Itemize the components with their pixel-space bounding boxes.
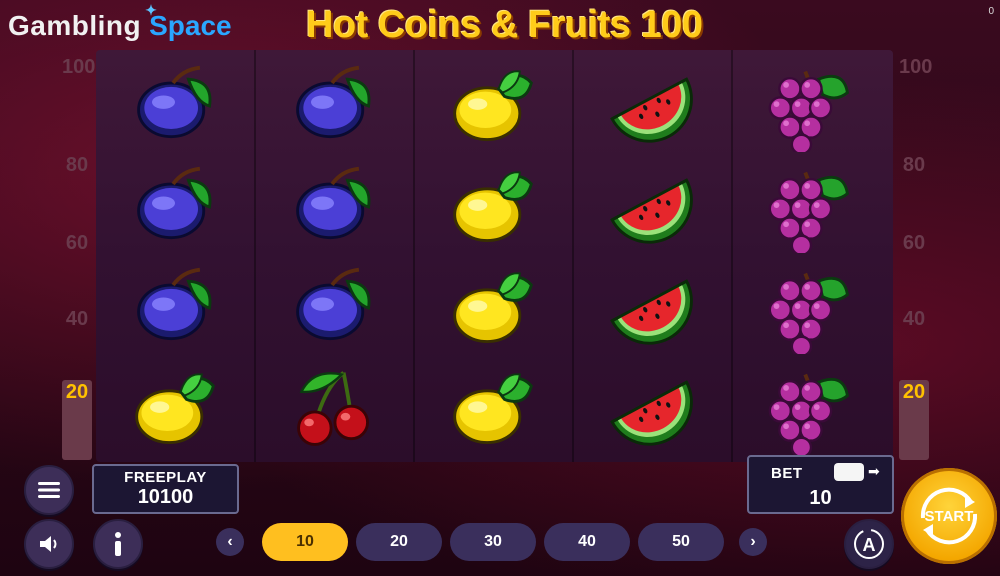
symbol-lemon: [96, 359, 254, 459]
symbol-grapes: [732, 359, 890, 459]
symbol-plum: [255, 258, 413, 358]
sound-button[interactable]: [24, 519, 74, 569]
reel-5: [732, 50, 890, 462]
bet-prev-button[interactable]: ‹: [216, 528, 244, 556]
watermelon-icon: [610, 380, 693, 446]
symbol-watermelon: [573, 359, 731, 459]
reel-area: [96, 50, 893, 462]
symbol-grapes: [732, 258, 890, 358]
payline-label: 40: [902, 308, 926, 330]
payline-label: 60: [902, 232, 926, 254]
game-title: Hot Coins & Fruits 100: [306, 4, 703, 46]
payline-label-active: 20: [62, 380, 92, 460]
autoplay-button[interactable]: A: [844, 519, 894, 569]
bet-option-10[interactable]: 10: [262, 523, 348, 561]
freeplay-value: 10100: [137, 486, 194, 508]
symbol-watermelon: [573, 56, 731, 156]
brand-name-part2: ✦ Space: [145, 2, 232, 41]
info-button[interactable]: [93, 519, 143, 569]
payline-label: 100: [62, 56, 96, 78]
cherry-icon: [297, 371, 369, 446]
plum-icon: [296, 166, 371, 240]
bet-option-30[interactable]: 30: [450, 523, 536, 561]
bet-option-40[interactable]: 40: [544, 523, 630, 561]
reel-3: [414, 50, 572, 462]
bet-option-20[interactable]: 20: [356, 523, 442, 561]
plum-icon: [137, 65, 212, 139]
lemon-icon: [453, 373, 533, 444]
lemon-icon: [453, 70, 533, 141]
toggle-knob: [834, 463, 864, 481]
payline-column-left: 100 80 60 40 20: [62, 56, 96, 460]
payline-label: 40: [65, 308, 89, 330]
bet-next-button[interactable]: ›: [739, 528, 767, 556]
autoplay-icon: A: [854, 529, 884, 559]
symbol-watermelon: [573, 157, 731, 257]
payline-label: 80: [65, 154, 89, 176]
freeplay-label: FREEPLAY: [124, 469, 207, 486]
corner-indicator: 0: [988, 6, 994, 17]
plum-icon: [137, 166, 212, 240]
reel-1: [96, 50, 254, 462]
watermelon-icon: [610, 178, 693, 244]
symbol-plum: [96, 56, 254, 156]
chevron-left-icon: ‹: [227, 533, 233, 550]
chevron-right-icon: ›: [750, 533, 756, 550]
menu-icon: [38, 482, 60, 498]
plum-icon: [137, 267, 212, 341]
symbol-plum: [255, 56, 413, 156]
payline-label: 60: [65, 232, 89, 254]
symbol-cherry: [255, 359, 413, 459]
brand-logo: Gambling ✦ Space: [8, 2, 232, 46]
symbol-lemon: [414, 56, 572, 156]
brand-name-part1: Gambling: [8, 10, 142, 41]
sparkle-icon: ✦: [145, 2, 157, 18]
plum-icon: [296, 267, 371, 341]
bet-value: 10: [809, 487, 832, 509]
menu-button[interactable]: [24, 465, 74, 515]
speaker-icon: [40, 536, 57, 552]
payline-label: 100: [899, 56, 933, 78]
svg-text:A: A: [863, 535, 876, 555]
symbol-plum: [96, 157, 254, 257]
start-button[interactable]: START: [901, 468, 997, 564]
bet-panel: BET ➡ 10: [747, 455, 894, 514]
watermelon-icon: [610, 279, 693, 345]
symbol-lemon: [414, 359, 572, 459]
symbol-plum: [96, 258, 254, 358]
symbol-grapes: [732, 157, 890, 257]
symbol-plum: [255, 157, 413, 257]
reel-4: [573, 50, 731, 462]
payline-label: 80: [902, 154, 926, 176]
grapes-icon: [768, 373, 849, 455]
arrow-right-icon: ➡: [868, 463, 880, 480]
bet-option-50[interactable]: 50: [638, 523, 724, 561]
payline-column-right: 100 80 60 40 20: [899, 56, 933, 460]
grapes-icon: [768, 171, 849, 253]
symbol-lemon: [414, 258, 572, 358]
plum-icon: [296, 65, 371, 139]
watermelon-icon: [610, 77, 693, 143]
payline-label-active: 20: [899, 380, 929, 460]
bet-toggle[interactable]: ➡: [824, 463, 880, 481]
reel-2: [255, 50, 413, 462]
symbol-watermelon: [573, 258, 731, 358]
symbol-grapes: [732, 56, 890, 156]
lemon-icon: [453, 171, 533, 242]
lemon-icon: [453, 272, 533, 343]
freeplay-panel: FREEPLAY 10100: [92, 464, 239, 514]
grapes-icon: [768, 272, 849, 354]
grapes-icon: [768, 70, 849, 152]
bet-label: BET: [771, 465, 803, 482]
info-icon: [115, 532, 121, 556]
start-label: START: [924, 507, 974, 525]
symbol-lemon: [414, 157, 572, 257]
lemon-icon: [135, 373, 215, 444]
